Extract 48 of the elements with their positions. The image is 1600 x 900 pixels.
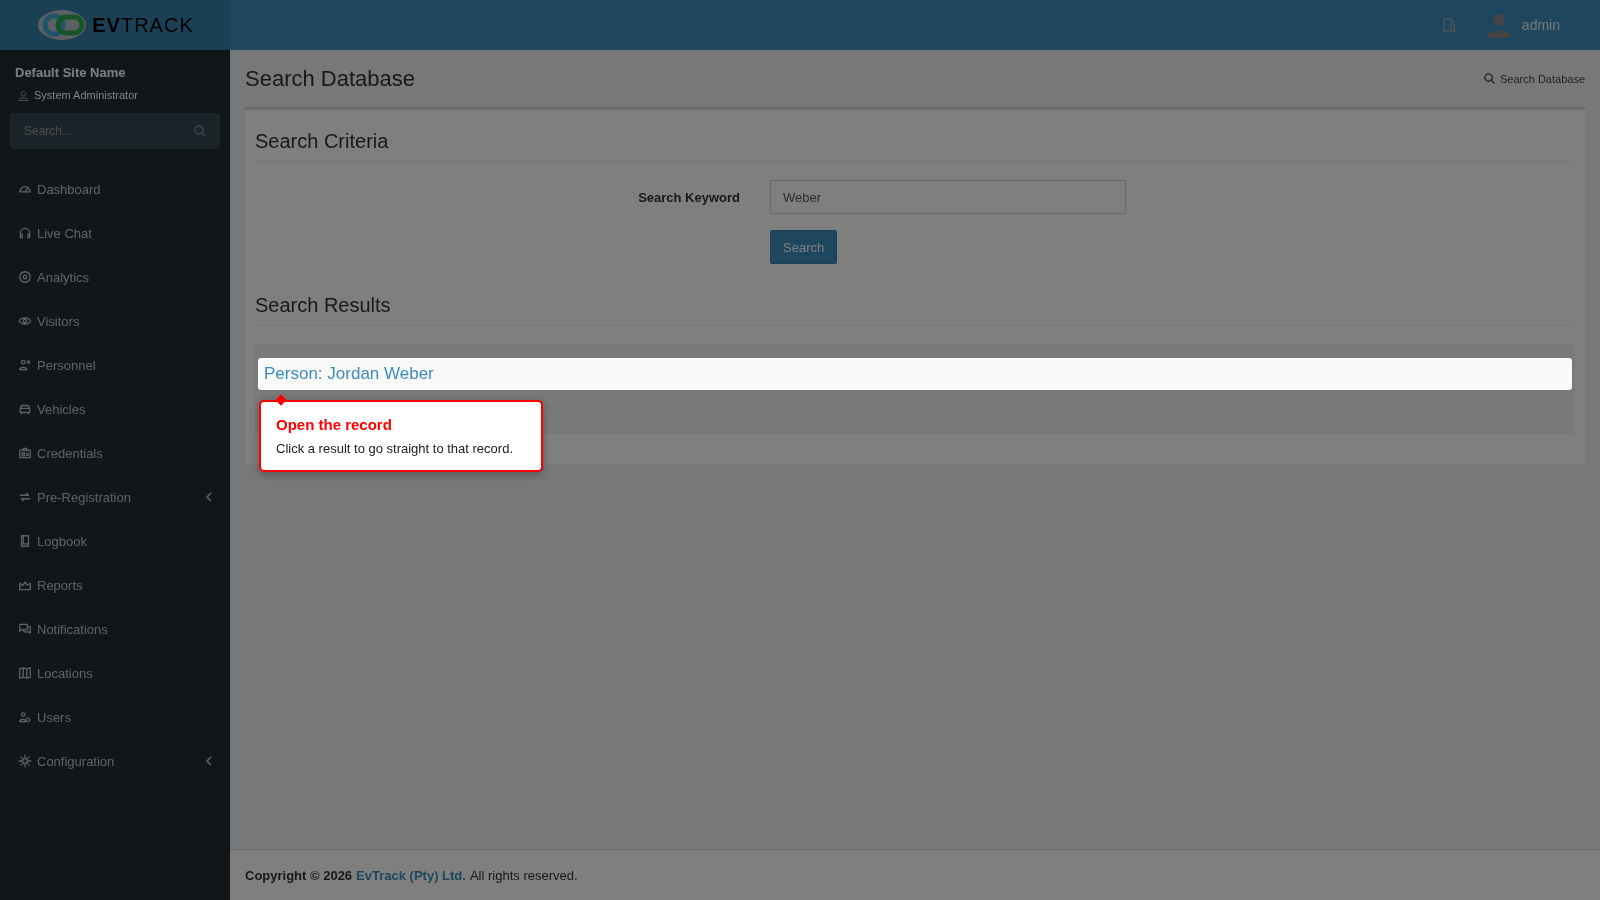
menu-item[interactable]: Personnel <box>0 343 230 387</box>
logo-text: EVTRACK <box>92 13 194 37</box>
book-icon <box>18 534 32 548</box>
company-link[interactable]: EvTrack (Pty) Ltd. <box>356 867 466 883</box>
menu-item[interactable]: Dashboard <box>0 167 230 211</box>
menu-item[interactable]: Users <box>0 695 230 739</box>
result-link[interactable]: Person: Jordan Weber <box>258 358 1572 390</box>
page-title: Search Database <box>245 65 415 92</box>
user-role: System Administrator <box>34 89 138 101</box>
arrows-icon <box>18 490 32 504</box>
field-label: Search Keyword <box>637 189 741 205</box>
user-icon <box>18 89 29 101</box>
menu-item[interactable]: Reports <box>0 563 230 607</box>
target-icon <box>18 270 32 284</box>
site-name: Default Site Name <box>14 64 127 82</box>
map-icon <box>18 666 32 680</box>
breadcrumb-link[interactable]: Search Database <box>1484 72 1585 85</box>
menu-item[interactable]: Notifications <box>0 607 230 651</box>
copyright-text: Copyright © 2026 <box>245 867 353 883</box>
section-heading: Search Results <box>255 294 1575 326</box>
car-icon <box>18 402 32 416</box>
logo-icon <box>36 8 89 42</box>
menu-item[interactable]: Credentials <box>0 431 230 475</box>
door-icon[interactable] <box>1441 18 1456 32</box>
eye-icon <box>18 314 32 328</box>
tooltip-title: Open the record <box>276 416 393 433</box>
search-icon[interactable] <box>194 125 206 137</box>
tooltip-text: Click a result to go straight to that record. <box>276 441 514 456</box>
menu-item[interactable]: Vehicles <box>0 387 230 431</box>
menu-item[interactable]: Locations <box>0 651 230 695</box>
user-gear-icon <box>18 710 32 724</box>
search-button[interactable]: Search <box>770 230 838 264</box>
section-heading: Search Criteria <box>255 130 1575 162</box>
menu-item[interactable]: Pre-Registration <box>0 475 230 519</box>
id-badge-icon <box>18 446 32 460</box>
chat-icon <box>18 622 32 636</box>
menu-item[interactable]: Analytics <box>0 255 230 299</box>
person-icon <box>18 358 32 372</box>
user-name[interactable]: admin <box>1521 17 1560 33</box>
avatar-icon[interactable] <box>1485 12 1512 38</box>
headset-icon <box>18 226 32 240</box>
menu-item[interactable]: Visitors <box>0 299 230 343</box>
keyword-field[interactable]: Weber <box>770 180 1126 214</box>
menu-item[interactable]: Configuration <box>0 739 230 783</box>
menu-item[interactable]: Live Chat <box>0 211 230 255</box>
rights-text: All rights reserved. <box>469 867 578 883</box>
menu-item[interactable]: Logbook <box>0 519 230 563</box>
search-icon <box>1484 73 1495 84</box>
